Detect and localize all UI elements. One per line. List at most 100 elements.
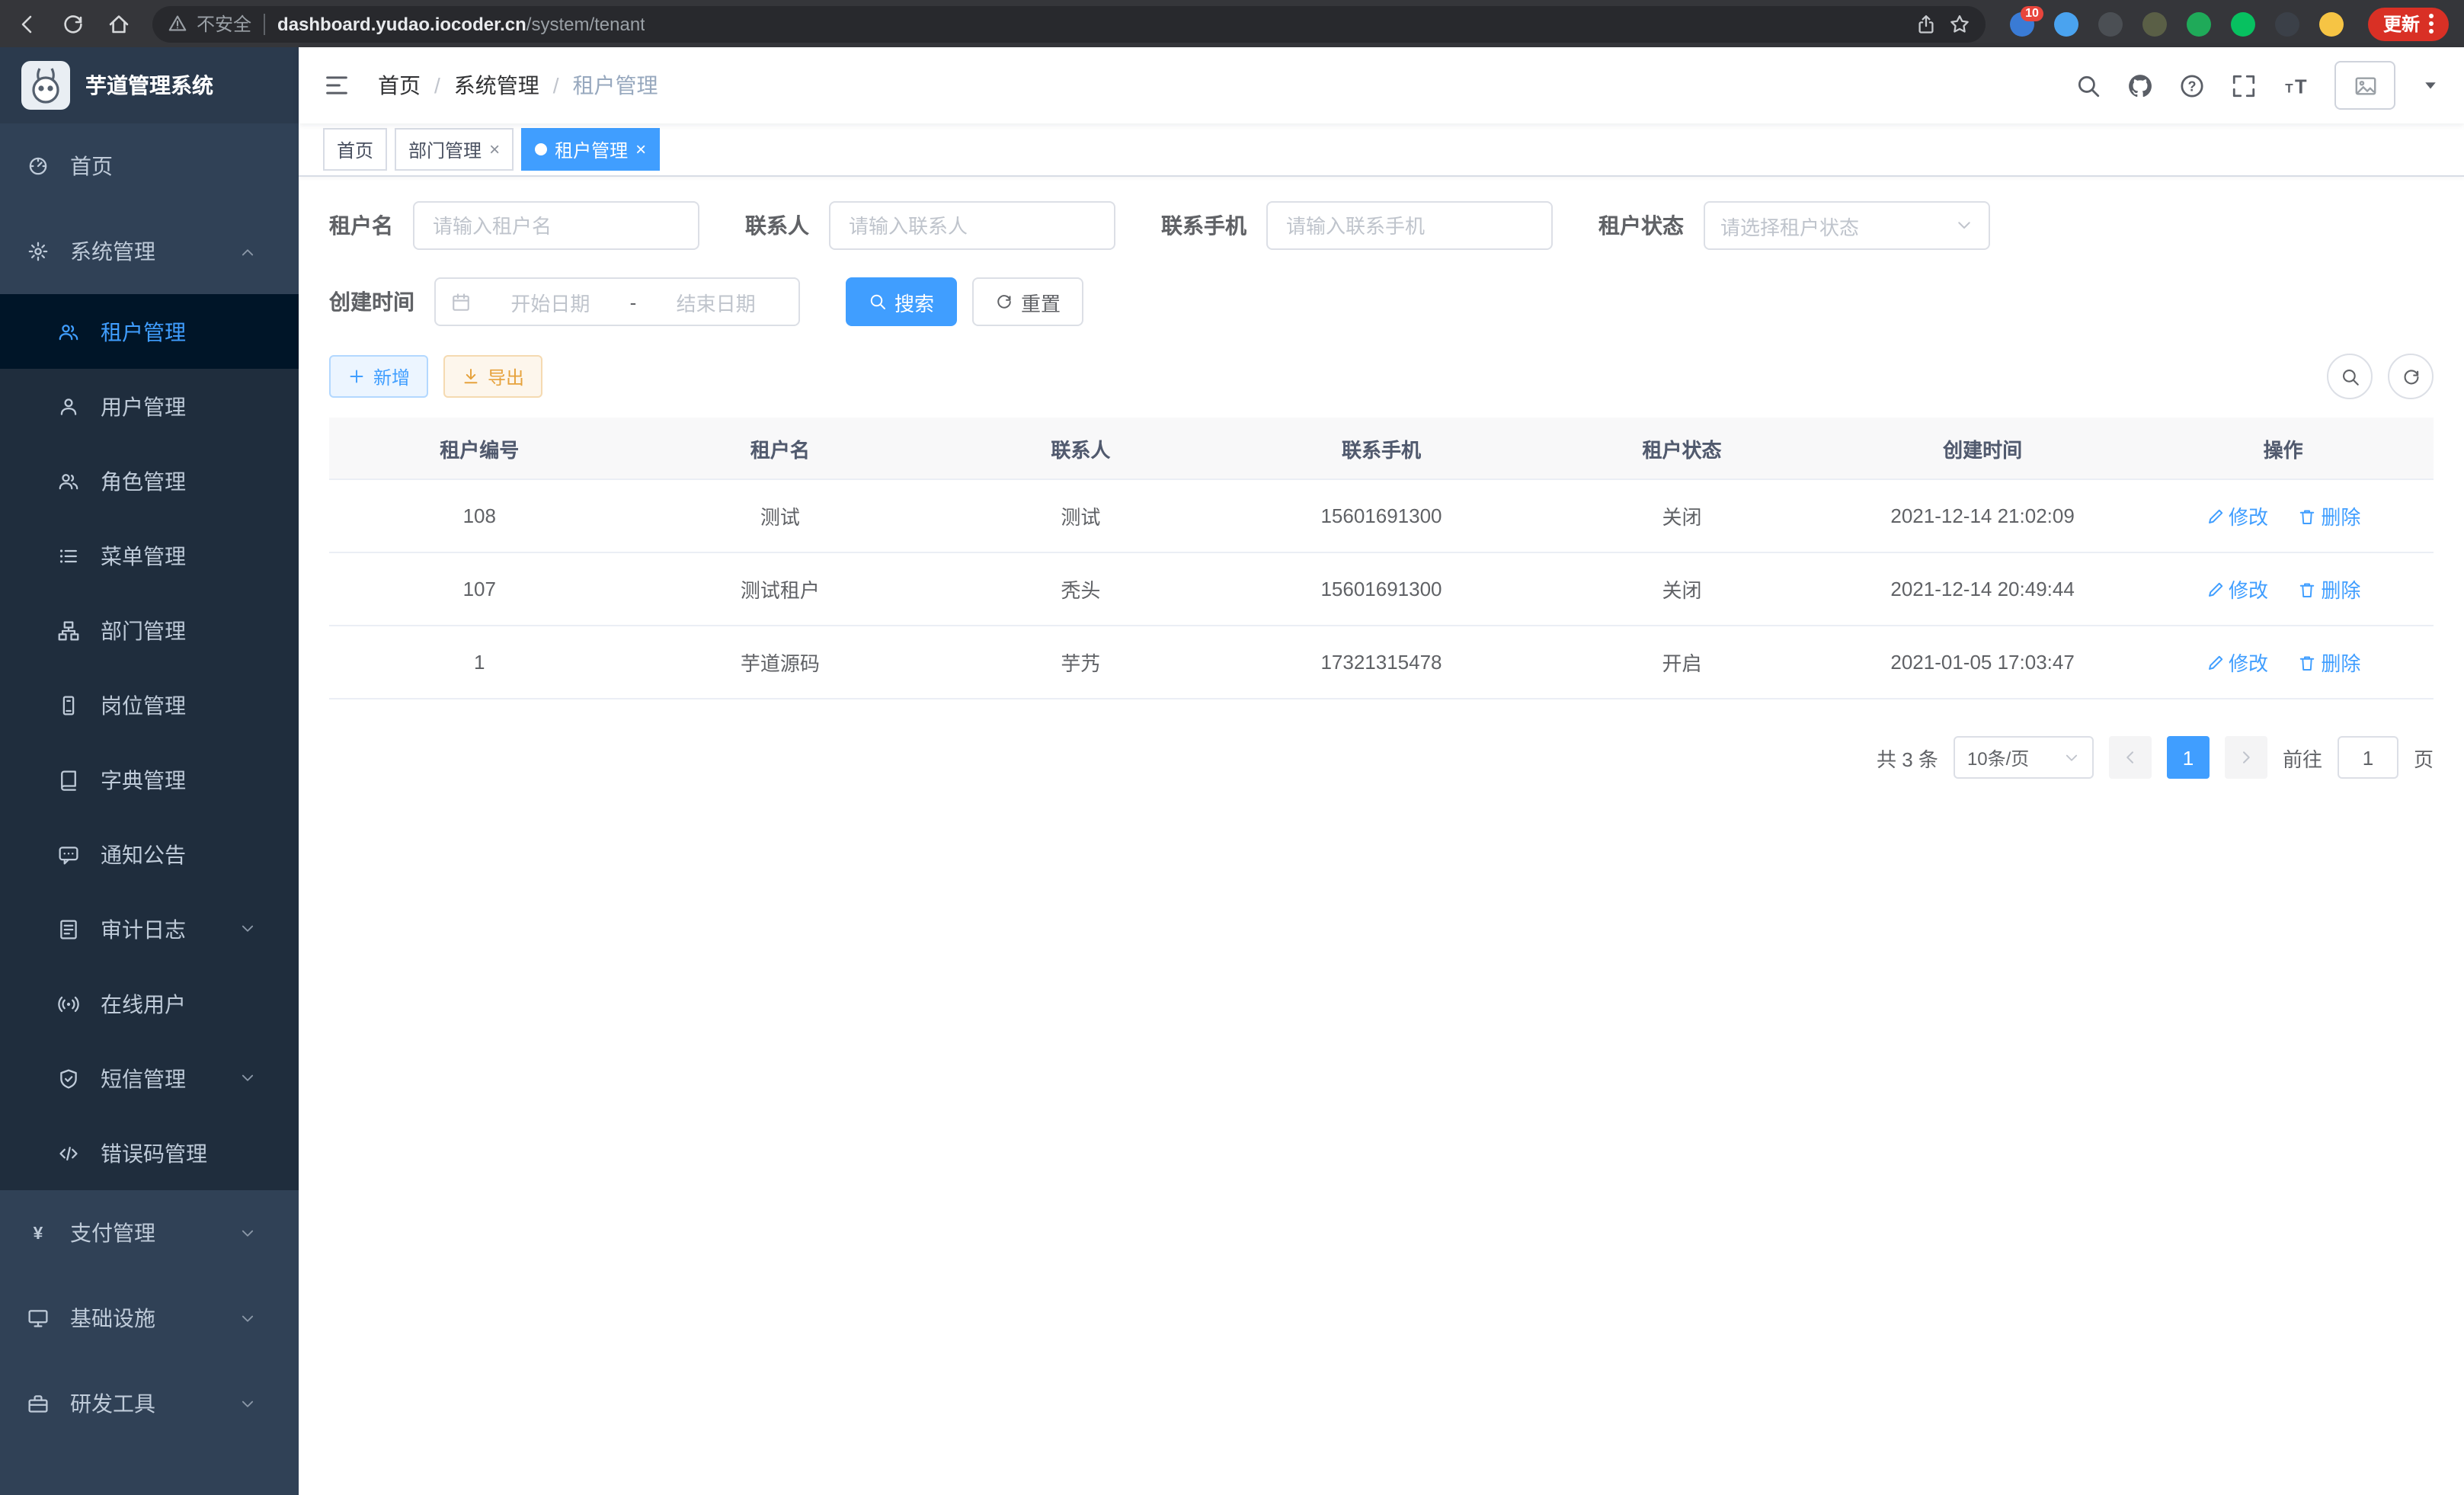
help-icon[interactable] [2179, 72, 2205, 98]
sidebar-item-tenant[interactable]: 租户管理 [0, 294, 299, 369]
caret-down-icon[interactable] [2421, 76, 2440, 94]
sidebar-item-notice[interactable]: 通知公告 [0, 817, 299, 892]
sidebar-item-label: 租户管理 [101, 316, 277, 347]
fullscreen-icon[interactable] [2231, 72, 2257, 98]
delete-link[interactable]: 删除 [2298, 648, 2360, 677]
security-indicator[interactable]: 不安全 [168, 11, 251, 37]
extension-icon-1[interactable]: 10 [2010, 11, 2034, 36]
add-button-label: 新增 [373, 363, 410, 389]
sidebar-item-dev-tools[interactable]: 研发工具 [0, 1361, 299, 1446]
tab-dept[interactable]: 部门管理 × [395, 128, 514, 171]
reset-button[interactable]: 重置 [972, 277, 1083, 326]
search-icon[interactable] [2075, 72, 2101, 98]
font-size-icon[interactable] [2283, 72, 2309, 98]
address-bar[interactable]: 不安全 dashboard.yudao.iocoder.cn/system/te… [152, 5, 1986, 42]
sidebar-item-payment[interactable]: 支付管理 [0, 1190, 299, 1276]
logo-title: 芋道管理系统 [85, 70, 213, 101]
sidebar-item-post[interactable]: 岗位管理 [0, 667, 299, 742]
breadcrumb-item[interactable]: 首页 [378, 70, 421, 101]
breadcrumb-item[interactable]: 系统管理 [454, 70, 539, 101]
toggle-search-button[interactable] [2327, 354, 2373, 399]
search-button[interactable]: 搜索 [846, 277, 957, 326]
trash-icon [2298, 507, 2316, 525]
tab-home[interactable]: 首页 [323, 128, 387, 171]
chevron-down-icon [239, 1070, 256, 1087]
browser-refresh-icon[interactable] [61, 11, 85, 36]
avatar[interactable] [2334, 61, 2395, 110]
tags-view-bar: 首页 部门管理 × 租户管理 × [299, 123, 2464, 177]
delete-link[interactable]: 删除 [2298, 575, 2360, 603]
cell-tenant-id: 1 [329, 626, 630, 699]
col-contact: 联系人 [930, 418, 1231, 479]
prev-page-button[interactable] [2109, 736, 2152, 779]
browser-menu-icon[interactable] [2429, 14, 2434, 34]
browser-back-icon[interactable] [15, 11, 40, 36]
status-select[interactable]: 请选择租户状态 [1704, 201, 1990, 250]
page-size-select[interactable]: 10条/页 [1954, 736, 2094, 779]
cell-created: 2021-12-14 20:49:44 [1832, 552, 2133, 626]
mobile-input[interactable] [1266, 201, 1553, 250]
bookmark-star-icon[interactable] [1949, 13, 1970, 34]
refresh-icon [995, 293, 1013, 311]
breadcrumb-separator: / [434, 73, 440, 98]
sidebar-item-online-users[interactable]: 在线用户 [0, 966, 299, 1041]
share-icon[interactable] [1915, 13, 1937, 34]
extension-icon-6[interactable] [2231, 11, 2255, 36]
sidebar-item-home[interactable]: 首页 [0, 123, 299, 209]
screen: 不安全 dashboard.yudao.iocoder.cn/system/te… [0, 0, 2464, 1495]
edit-link-label: 修改 [2229, 501, 2268, 530]
extension-icon-8[interactable] [2319, 11, 2344, 36]
sidebar-item-label: 研发工具 [70, 1388, 239, 1419]
sidebar-item-menu[interactable]: 菜单管理 [0, 518, 299, 593]
cell-tenant-id: 107 [329, 552, 630, 626]
refresh-table-button[interactable] [2388, 354, 2434, 399]
sidebar-item-dept[interactable]: 部门管理 [0, 593, 299, 667]
extension-icon-5[interactable] [2187, 11, 2211, 36]
extension-icon-2[interactable] [2054, 11, 2078, 36]
tab-tenant[interactable]: 租户管理 × [521, 128, 660, 171]
edit-link[interactable]: 修改 [2206, 575, 2268, 603]
shield-icon [58, 1068, 79, 1089]
message-icon [58, 844, 79, 865]
close-icon[interactable]: × [489, 140, 500, 158]
close-icon[interactable]: × [635, 140, 646, 158]
next-page-button[interactable] [2225, 736, 2267, 779]
cell-tenant-name: 测试租户 [630, 552, 931, 626]
contact-input[interactable] [829, 201, 1115, 250]
export-button[interactable]: 导出 [443, 355, 542, 398]
url-text: dashboard.yudao.iocoder.cn/system/tenant [277, 13, 645, 34]
sidebar-item-audit-log[interactable]: 审计日志 [0, 892, 299, 966]
toolbox-icon [27, 1393, 49, 1414]
page-content: 租户名 联系人 联系手机 租户状态 请选择租户状态 [299, 177, 2464, 1495]
github-icon[interactable] [2127, 72, 2153, 98]
sidebar-item-role[interactable]: 角色管理 [0, 443, 299, 518]
add-button[interactable]: 新增 [329, 355, 428, 398]
sidebar-item-user[interactable]: 用户管理 [0, 369, 299, 443]
sidebar-item-label: 岗位管理 [101, 690, 277, 720]
search-icon [869, 293, 887, 311]
page-number-current[interactable]: 1 [2167, 736, 2210, 779]
sidebar-item-error-code[interactable]: 错误码管理 [0, 1116, 299, 1190]
browser-update-button[interactable]: 更新 [2368, 7, 2449, 40]
edit-link[interactable]: 修改 [2206, 501, 2268, 530]
delete-link[interactable]: 删除 [2298, 501, 2360, 530]
sidebar-item-dict[interactable]: 字典管理 [0, 742, 299, 817]
goto-page-input[interactable] [2338, 736, 2398, 779]
sidebar-item-system[interactable]: 系统管理 [0, 209, 299, 294]
extension-icon-7[interactable] [2275, 11, 2299, 36]
cell-status: 开启 [1531, 626, 1832, 699]
extension-icon-4[interactable] [2142, 11, 2167, 36]
cell-created: 2021-01-05 17:03:47 [1832, 626, 2133, 699]
tenant-name-input[interactable] [413, 201, 699, 250]
browser-home-icon[interactable] [107, 11, 131, 36]
extension-icon-3[interactable] [2098, 11, 2123, 36]
sidebar-item-sms[interactable]: 短信管理 [0, 1041, 299, 1116]
sidebar-menu: 首页 系统管理 租户管理 用户管理 [0, 123, 299, 1446]
logo[interactable]: 芋道管理系统 [0, 47, 299, 123]
date-range-picker[interactable]: 开始日期 - 结束日期 [434, 277, 800, 326]
refresh-icon [2401, 367, 2421, 386]
search-button-label: 搜索 [894, 287, 934, 316]
edit-link[interactable]: 修改 [2206, 648, 2268, 677]
sidebar-toggle-button[interactable] [323, 72, 350, 99]
sidebar-item-infrastructure[interactable]: 基础设施 [0, 1276, 299, 1361]
